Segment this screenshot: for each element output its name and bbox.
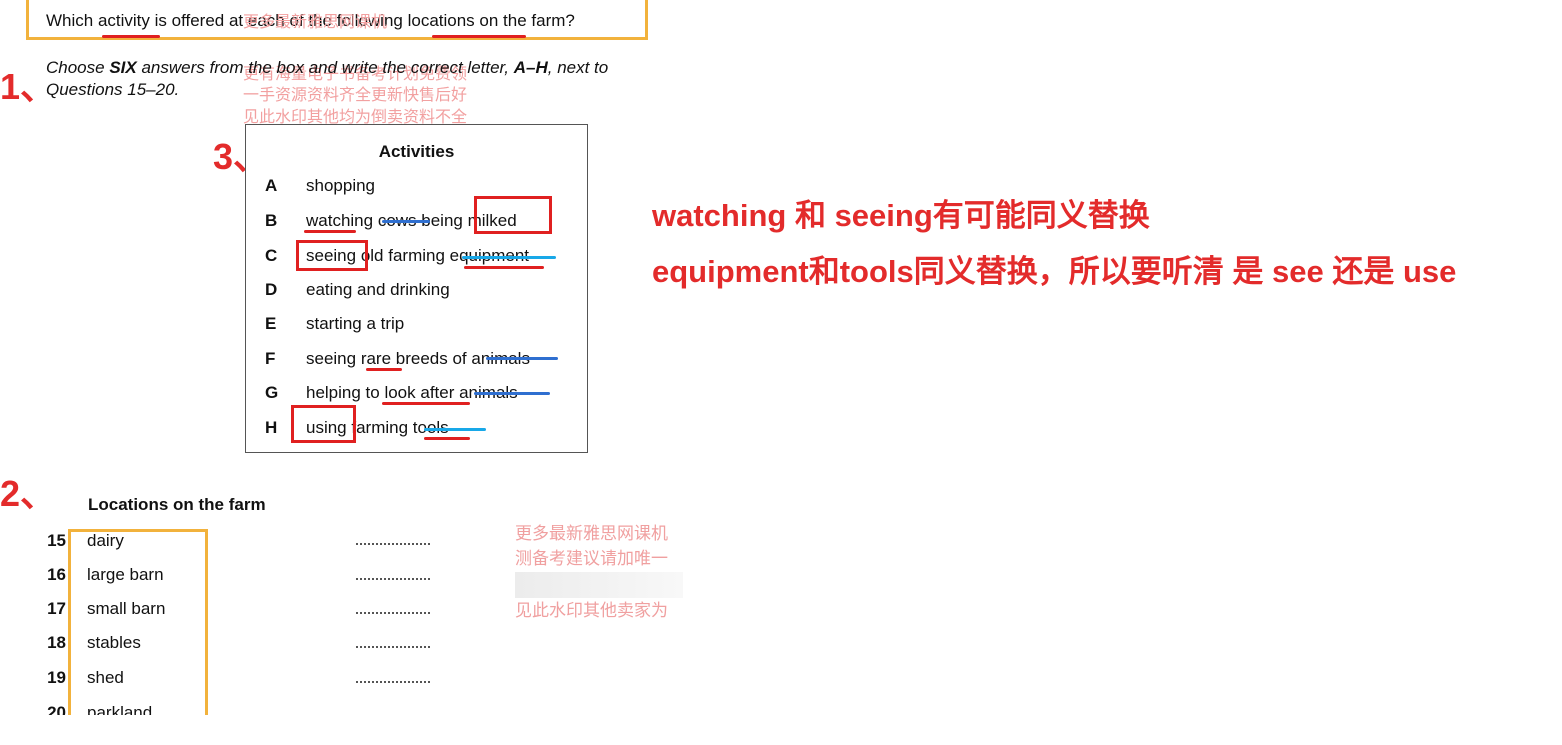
strike-tools bbox=[424, 428, 486, 431]
box-milked bbox=[474, 196, 552, 234]
note-synonym-watching-seeing: watching 和 seeing有可能同义替换 bbox=[652, 198, 1150, 233]
activity-letter: B bbox=[265, 211, 278, 230]
bottom-cutoff bbox=[0, 715, 700, 745]
activity-text: eating and drinking bbox=[306, 280, 450, 299]
locations-highlight-box bbox=[68, 529, 208, 729]
box-using bbox=[291, 405, 356, 443]
question-number: 19 bbox=[47, 668, 66, 687]
question-number: 16 bbox=[47, 565, 66, 584]
strike-animals-f bbox=[486, 357, 558, 360]
location-name: large barn bbox=[87, 565, 164, 584]
activity-letter: E bbox=[265, 314, 277, 333]
activity-letter: G bbox=[265, 383, 279, 402]
underline-equipment bbox=[464, 266, 544, 269]
question-number: 15 bbox=[47, 531, 66, 550]
underline-look-after bbox=[382, 402, 470, 405]
answer-blank[interactable] bbox=[356, 681, 430, 683]
activities-title: Activities bbox=[378, 142, 455, 161]
instructions: Choose SIX answers from the box and writ… bbox=[46, 58, 609, 99]
watermark-right-line-2: 测备考建议请加唯一 bbox=[515, 549, 668, 568]
location-name: small barn bbox=[87, 599, 166, 618]
activity-text: shopping bbox=[306, 176, 376, 195]
location-name: dairy bbox=[87, 531, 124, 550]
underline-watching bbox=[304, 230, 356, 233]
location-name: stables bbox=[87, 633, 141, 652]
underline-tools bbox=[424, 437, 470, 440]
answer-blank[interactable] bbox=[356, 612, 430, 614]
underline-rare bbox=[366, 368, 402, 371]
box-seeing bbox=[296, 240, 368, 271]
location-name: shed bbox=[87, 668, 124, 687]
strike-cows bbox=[382, 220, 430, 223]
question-number: 17 bbox=[47, 599, 66, 618]
answer-blank[interactable] bbox=[356, 578, 430, 580]
activity-letter: C bbox=[265, 246, 278, 265]
underline-activity bbox=[102, 35, 160, 38]
step-number-2: 2、 bbox=[0, 473, 57, 514]
activity-letter: A bbox=[265, 176, 278, 195]
activity-text: starting a trip bbox=[306, 314, 405, 333]
answer-blank[interactable] bbox=[356, 543, 430, 545]
underline-locations bbox=[432, 35, 526, 38]
watermark-line-1: 更多最新雅思网课机 bbox=[243, 14, 388, 31]
strike-animals-g bbox=[474, 392, 550, 395]
watermark-right-line-1: 更多最新雅思网课机 bbox=[515, 524, 668, 543]
activity-letter: F bbox=[265, 349, 276, 368]
locations-title: Locations on the farm bbox=[88, 495, 266, 514]
activity-letter: H bbox=[265, 418, 278, 437]
activity-letter: D bbox=[265, 280, 278, 299]
note-synonym-equipment-tools: equipment和tools同义替换，所以要听清 是 see 还是 use bbox=[652, 254, 1457, 289]
watermark-right-line-3: 见此水印其他卖家为 bbox=[515, 601, 668, 620]
answer-blank[interactable] bbox=[356, 646, 430, 648]
question-number: 18 bbox=[47, 633, 66, 652]
strike-equipment bbox=[462, 256, 556, 259]
watermark-right-blur bbox=[515, 572, 683, 598]
